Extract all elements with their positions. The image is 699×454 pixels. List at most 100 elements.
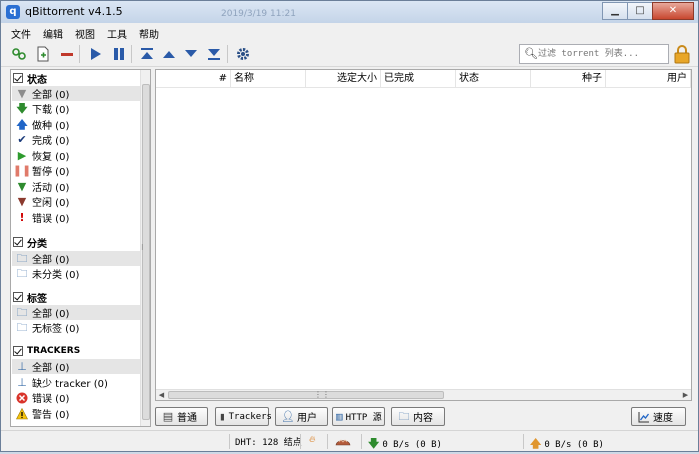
general-icon: ▤ <box>162 409 174 423</box>
tab-content[interactable]: 🗀 内容 <box>391 407 445 426</box>
close-button[interactable]: ✕ <box>652 2 694 20</box>
tab-label: 内容 <box>413 413 433 424</box>
column-header-seeds[interactable]: 种子 <box>531 70 606 88</box>
splitter-handle[interactable]: ⁝ <box>141 243 147 252</box>
column-header-peers[interactable]: 用户 <box>606 70 691 88</box>
upload-speed[interactable]: 🡅 0 B/s (0 B) <box>530 435 604 454</box>
status-section-header[interactable]: 状态 <box>13 71 47 86</box>
toolbar-separator <box>79 45 80 63</box>
toolbar: 🔍︎ <box>1 41 698 67</box>
resume-button[interactable] <box>85 44 105 64</box>
options-button[interactable] <box>233 44 253 64</box>
arrow-up-icon: 🡅 <box>16 117 28 131</box>
gear-icon <box>237 48 249 60</box>
title-bar[interactable]: q qBittorrent v4.1.5 2019/3/19 11:21 ▁ □… <box>1 1 698 23</box>
speed-tab[interactable]: 速度 <box>631 407 686 426</box>
menu-bar: 文件 编辑 视图 工具 帮助 <box>1 23 698 41</box>
column-header-done[interactable]: 已完成 <box>381 70 456 88</box>
move-up-button[interactable] <box>159 44 179 64</box>
status-separator <box>361 434 362 449</box>
tab-peers[interactable]: 👤︎ 用户 <box>275 407 328 426</box>
trackers-section-checkbox[interactable] <box>13 346 23 356</box>
scroll-right-icon[interactable]: ▶ <box>680 390 691 400</box>
tag-item-untagged[interactable]: 🗀 无标签 (0) <box>12 320 140 335</box>
upload-arrow-icon: 🡅 <box>530 437 542 450</box>
move-bottom-button[interactable] <box>204 44 224 64</box>
tags-section-checkbox[interactable] <box>13 292 23 302</box>
menu-help[interactable]: 帮助 <box>133 23 165 41</box>
tab-trackers[interactable]: ▮ Trackers <box>215 407 272 426</box>
toolbar-separator <box>131 45 132 63</box>
move-down-button[interactable] <box>181 44 201 64</box>
status-item-completed[interactable]: ✔ 完成 (0) <box>12 132 140 147</box>
tracker-item-trackerless[interactable]: ⊥ 缺少 tracker (0) <box>12 375 140 390</box>
tracker-item-label: 警告 (0) <box>32 410 70 421</box>
column-header-index[interactable]: # <box>156 70 231 88</box>
qbittorrent-logo-icon: q <box>6 5 20 19</box>
move-top-button[interactable] <box>137 44 157 64</box>
folder-icon: 🗀 <box>16 320 28 334</box>
status-item-label: 做种 (0) <box>32 121 70 132</box>
trackers-section-label: TRACKERS <box>27 346 81 356</box>
column-header-status[interactable]: 状态 <box>456 70 531 88</box>
sidebar-scrollbar-thumb[interactable] <box>142 84 150 420</box>
column-header-name[interactable]: 名称 <box>231 70 306 88</box>
status-item-errored[interactable]: ! 错误 (0) <box>12 210 140 225</box>
pause-icon <box>114 48 124 60</box>
add-link-icon <box>12 48 26 60</box>
download-speed[interactable]: 🡇 0 B/s (0 B) <box>368 435 442 454</box>
sidebar: 状态 ▼ 全部 (0) 🡇 下载 (0) 🡅 做种 (0) ✔ 完成 (0) ▶… <box>10 69 151 427</box>
tags-section-header[interactable]: 标签 <box>13 290 47 305</box>
menu-view[interactable]: 视图 <box>69 23 101 41</box>
connection-status-icon[interactable]: 🔥︎ <box>309 435 316 445</box>
status-item-inactive[interactable]: ▼ 空闲 (0) <box>12 194 140 209</box>
move-top-icon <box>141 48 153 59</box>
trackers-section-header[interactable]: TRACKERS <box>13 344 80 358</box>
pause-button[interactable] <box>109 44 129 64</box>
column-header-size[interactable]: 选定大小 <box>306 70 381 88</box>
horizontal-scrollbar[interactable]: ◀ ⋮⋮ ▶ <box>156 389 691 400</box>
tracker-item-warning[interactable]: 警告 (0) <box>12 406 140 421</box>
status-item-paused[interactable]: ❚❚ 暂停 (0) <box>12 163 140 178</box>
lock-button[interactable] <box>673 44 691 64</box>
menu-file[interactable]: 文件 <box>5 23 37 41</box>
minimize-button[interactable]: ▁ <box>602 2 628 20</box>
tab-general[interactable]: ▤ 普通 <box>155 407 208 426</box>
tab-http-sources[interactable]: ▥ HTTP 源 <box>332 407 385 426</box>
delete-button[interactable] <box>57 44 77 64</box>
folder-icon: 🗀 <box>16 305 28 319</box>
search-input[interactable] <box>538 47 666 61</box>
menu-tools[interactable]: 工具 <box>101 23 133 41</box>
status-item-all[interactable]: ▼ 全部 (0) <box>12 86 140 101</box>
scrollbar-grip-icon: ⋮⋮ <box>314 390 330 399</box>
tracker-item-error[interactable]: 错误 (0) <box>12 390 140 405</box>
status-item-resumed[interactable]: ▶ 恢复 (0) <box>12 148 140 163</box>
status-separator <box>300 434 301 449</box>
scroll-left-icon[interactable]: ◀ <box>156 390 167 400</box>
add-torrent-file-button[interactable] <box>33 44 53 64</box>
search-icon: 🔍︎ <box>524 47 538 60</box>
tag-item-all[interactable]: 🗀 全部 (0) <box>12 305 140 320</box>
horizontal-scrollbar-thumb[interactable]: ⋮⋮ <box>168 390 444 399</box>
window-controls: ▁ □ ✕ <box>602 2 694 20</box>
status-item-downloading[interactable]: 🡇 下载 (0) <box>12 101 140 116</box>
table-header: # 名称 选定大小 已完成 状态 种子 用户 <box>156 70 691 88</box>
status-item-active[interactable]: ▼ 活动 (0) <box>12 179 140 194</box>
menu-edit[interactable]: 编辑 <box>37 23 69 41</box>
tracker-item-label: 缺少 tracker (0) <box>32 379 108 390</box>
add-torrent-link-button[interactable] <box>9 44 29 64</box>
folder-icon: 🗀 <box>16 266 28 280</box>
categories-section-checkbox[interactable] <box>13 237 23 247</box>
status-section-checkbox[interactable] <box>13 73 23 83</box>
category-item-uncategorized[interactable]: 🗀 未分类 (0) <box>12 266 140 281</box>
tab-label: 用户 <box>297 413 317 424</box>
tab-label: Trackers <box>228 411 272 422</box>
tracker-item-all[interactable]: ⊥ 全部 (0) <box>12 359 140 374</box>
category-item-all[interactable]: 🗀 全部 (0) <box>12 251 140 266</box>
categories-section-header[interactable]: 分类 <box>13 235 47 250</box>
status-item-seeding[interactable]: 🡅 做种 (0) <box>12 117 140 132</box>
alt-speed-icon[interactable] <box>335 435 351 447</box>
trackers-icon: ▮ <box>219 409 226 423</box>
maximize-button[interactable]: □ <box>627 2 653 20</box>
category-item-label: 全部 (0) <box>32 255 70 266</box>
